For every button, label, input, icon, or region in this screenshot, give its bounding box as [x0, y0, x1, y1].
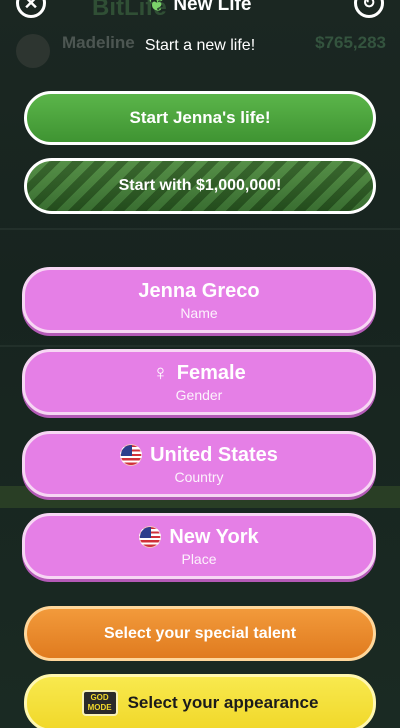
- sprout-icon: ❦: [148, 0, 166, 16]
- place-field-button[interactable]: New York Place: [22, 513, 376, 579]
- modal-subtitle: Start a new life!: [144, 37, 256, 54]
- gender-field-button[interactable]: ♀ Female Gender: [22, 349, 376, 415]
- god-mode-icon: GOD MODE: [81, 690, 118, 716]
- modal-title: ❦ New Life: [0, 0, 400, 17]
- background-divider: [0, 345, 400, 347]
- gender-label: Gender: [175, 386, 223, 403]
- background-divider: [0, 228, 400, 230]
- god-mode-text-top: GOD: [90, 693, 109, 702]
- special-talent-label: Select your special talent: [103, 624, 297, 642]
- appearance-label: Select your appearance: [127, 693, 319, 712]
- modal-header: ✕ ❦ New Life ↻: [0, 0, 400, 20]
- us-flag-icon: [139, 526, 162, 548]
- special-talent-button[interactable]: Select your special talent: [24, 606, 376, 661]
- start-life-button[interactable]: Start Jenna's life!: [24, 91, 376, 145]
- country-field-button[interactable]: United States Country: [22, 431, 376, 497]
- start-with-money-label: Start with $1,000,000!: [118, 177, 282, 194]
- name-value: Jenna Greco: [138, 279, 260, 302]
- appearance-button[interactable]: GOD MODE Select your appearance: [24, 674, 376, 728]
- name-label: Name: [180, 304, 218, 321]
- name-field-button[interactable]: Jenna Greco Name: [22, 267, 376, 333]
- place-label: Place: [181, 550, 217, 567]
- us-flag-icon: [120, 444, 143, 466]
- place-value: New York: [169, 525, 259, 548]
- start-with-money-button[interactable]: Start with $1,000,000!: [24, 158, 376, 214]
- gender-value: Female: [176, 361, 246, 384]
- start-life-label: Start Jenna's life!: [129, 108, 271, 127]
- modal-title-text: New Life: [173, 0, 252, 15]
- country-value: United States: [150, 443, 278, 466]
- god-mode-text-bottom: MODE: [87, 703, 112, 712]
- female-symbol-icon: ♀: [152, 360, 169, 385]
- country-label: Country: [174, 468, 224, 485]
